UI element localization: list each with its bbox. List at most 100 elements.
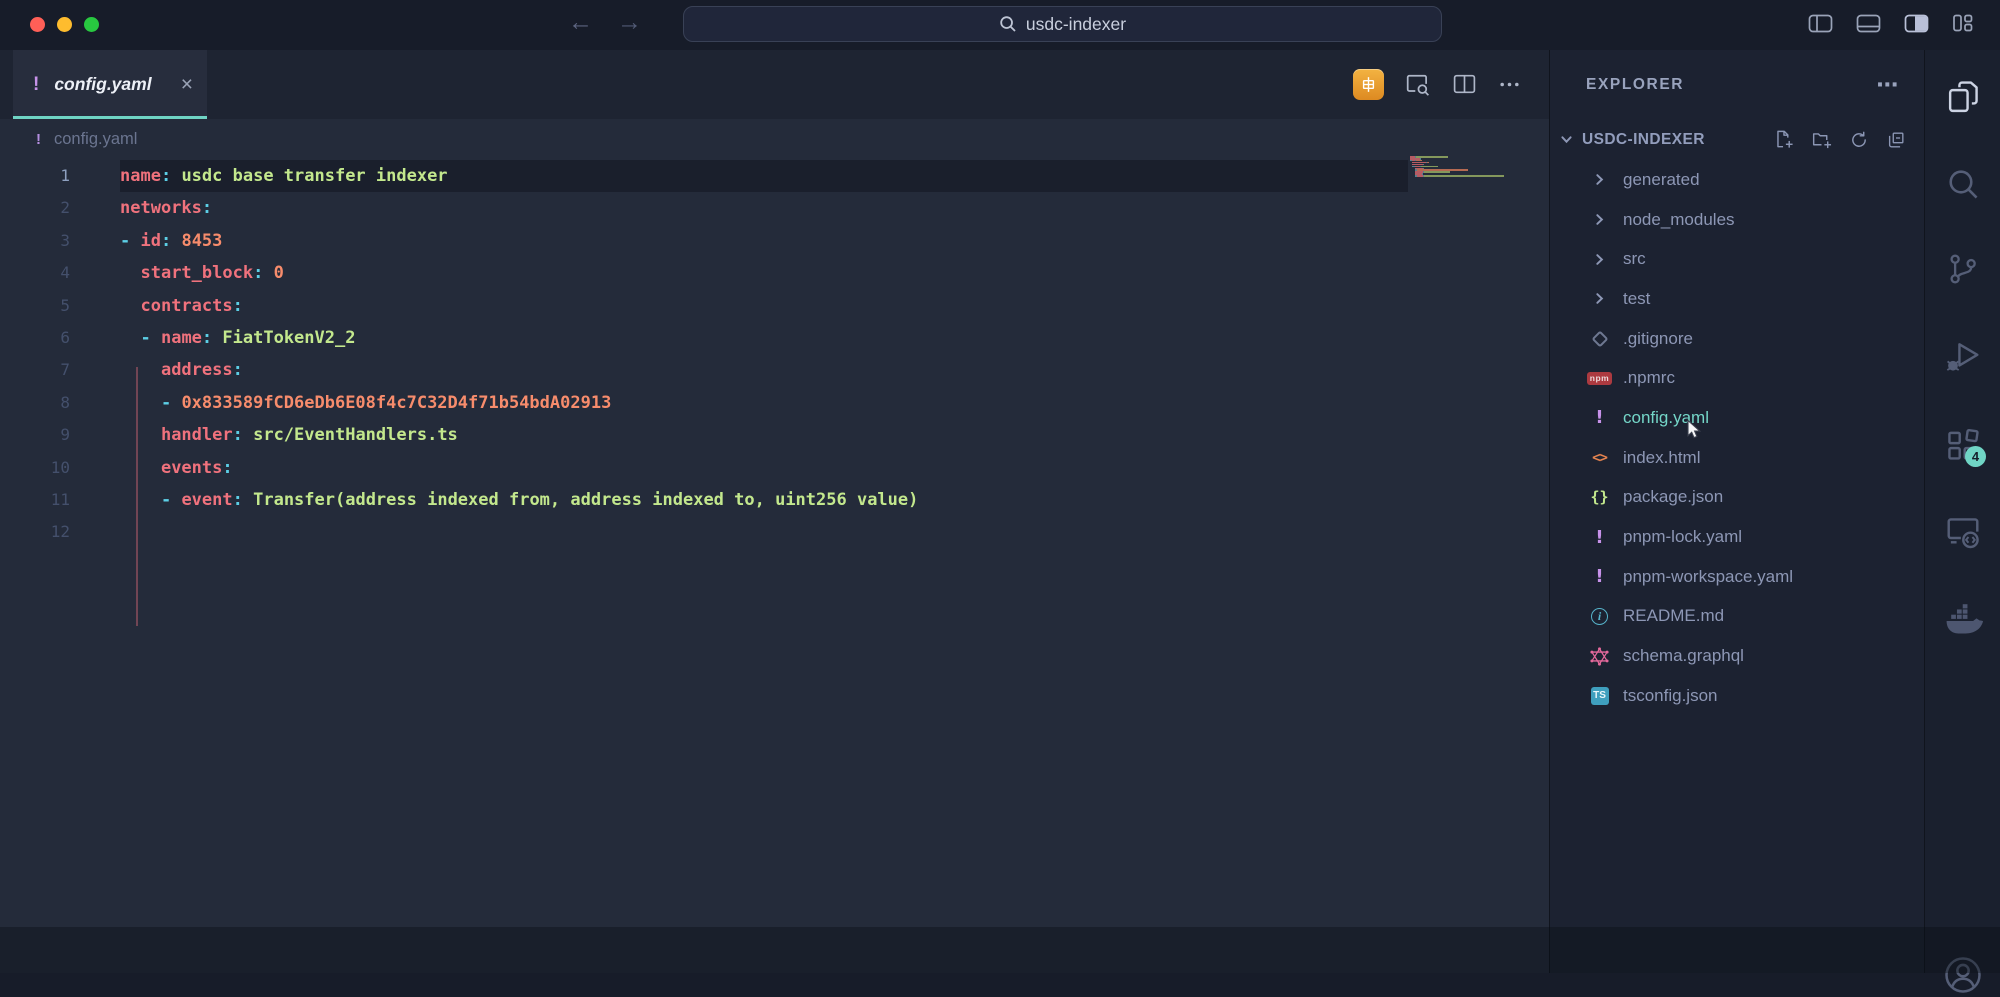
code-token: : xyxy=(161,166,171,186)
tab-config-yaml[interactable]: ! config.yaml × xyxy=(13,50,207,119)
tree-file-readme-md[interactable]: iREADME.md xyxy=(1550,597,1924,637)
code-line-text: contracts: xyxy=(120,290,1408,322)
active-tab-indicator xyxy=(13,116,207,120)
code-line-text: - 0x833589fCD6eDb6E08f4c7C32D4f71b54bdA0… xyxy=(120,387,1408,419)
code-line-text: start_block: 0 xyxy=(120,257,1408,289)
minimize-window-button[interactable] xyxy=(57,17,72,32)
code-line[interactable]: 2networks: xyxy=(0,192,1549,224)
file-icon-slot xyxy=(1586,253,1613,266)
collapse-folders-icon[interactable] xyxy=(1886,130,1906,150)
account-icon[interactable] xyxy=(1925,953,2000,997)
line-number: 7 xyxy=(0,354,70,386)
file-icon-slot xyxy=(1586,333,1613,345)
tree-item-label: node_modules xyxy=(1623,210,1735,230)
minimap[interactable] xyxy=(1410,156,1542,179)
code-line[interactable]: 5 contracts: xyxy=(0,290,1549,322)
code-line[interactable]: 6 - name: FiatTokenV2_2 xyxy=(0,322,1549,354)
activity-remote-explorer-icon[interactable] xyxy=(1925,513,2000,553)
code-token: usdc base transfer indexer xyxy=(171,166,447,186)
code-line[interactable]: 3- id: 8453 xyxy=(0,225,1549,257)
file-icon-slot: ! xyxy=(1586,566,1613,587)
indent-guide xyxy=(136,367,138,626)
tree-file-package-json[interactable]: {}package.json xyxy=(1550,478,1924,518)
more-actions-icon[interactable] xyxy=(1498,73,1521,96)
tree-item-label: .npmrc xyxy=(1623,368,1675,388)
tree-folder-src[interactable]: src xyxy=(1550,239,1924,279)
activity-search-icon[interactable] xyxy=(1925,164,2000,204)
back-arrow-icon[interactable]: ← xyxy=(568,6,593,39)
breadcrumb[interactable]: ! config.yaml xyxy=(0,119,1549,160)
toggle-primary-sidebar-icon[interactable] xyxy=(1808,14,1833,33)
code-line[interactable]: 8 - 0x833589fCD6eDb6E08f4c7C32D4f71b54bd… xyxy=(0,387,1549,419)
code-token: : xyxy=(222,458,232,478)
chevron-right-icon xyxy=(1593,292,1606,305)
line-number: 10 xyxy=(0,452,70,484)
code-token: src/EventHandlers.ts xyxy=(243,425,458,445)
code-line[interactable]: 11 - event: Transfer(address indexed fro… xyxy=(0,484,1549,516)
tree-item-label: pnpm-workspace.yaml xyxy=(1623,567,1793,587)
code-line[interactable]: 4 start_block: 0 xyxy=(0,257,1549,289)
table-extension-icon[interactable] xyxy=(1353,69,1384,100)
file-icon-slot: <> xyxy=(1586,450,1613,466)
toggle-panel-icon[interactable] xyxy=(1856,14,1881,33)
tree-file-index-html[interactable]: <>index.html xyxy=(1550,438,1924,478)
tree-folder-test[interactable]: test xyxy=(1550,279,1924,319)
code-token: : xyxy=(161,231,171,251)
tree-file-pnpm-lock-yaml[interactable]: !pnpm-lock.yaml xyxy=(1550,517,1924,557)
code-token: FiatTokenV2_2 xyxy=(212,328,355,348)
file-icon-slot xyxy=(1586,213,1613,226)
code-editor[interactable]: 1name: usdc base transfer indexer2networ… xyxy=(0,160,1549,549)
line-number: 12 xyxy=(0,516,70,548)
tree-file-schema-graphql[interactable]: schema.graphql xyxy=(1550,636,1924,676)
activity-source-control-icon[interactable] xyxy=(1925,250,2000,288)
tree-item-label: generated xyxy=(1623,170,1700,190)
close-tab-icon[interactable]: × xyxy=(181,74,193,95)
tree-item-label: src xyxy=(1623,249,1646,269)
line-number: 2 xyxy=(0,192,70,224)
zoom-window-button[interactable] xyxy=(84,17,99,32)
forward-arrow-icon[interactable]: → xyxy=(617,6,642,39)
command-search-bar[interactable]: usdc-indexer xyxy=(683,6,1442,42)
new-folder-icon[interactable] xyxy=(1811,129,1832,150)
code-token: 8453 xyxy=(171,231,222,251)
info-circle-icon: i xyxy=(1591,608,1608,625)
code-token: : xyxy=(233,490,243,510)
activity-docker-icon[interactable] xyxy=(1925,600,2000,642)
activity-run-debug-icon[interactable] xyxy=(1925,336,2000,376)
tree-file--npmrc[interactable]: npm .npmrc xyxy=(1550,358,1924,398)
activity-extensions-icon[interactable]: 4 xyxy=(1925,426,2000,466)
file-icon-slot: npm xyxy=(1586,372,1613,385)
tree-file-config-yaml[interactable]: !config.yaml xyxy=(1550,398,1924,438)
tree-file-pnpm-workspace-yaml[interactable]: ! pnpm-workspace.yaml xyxy=(1550,557,1924,597)
title-bar: ← → usdc-indexer xyxy=(0,0,2000,50)
code-token: : xyxy=(202,198,212,218)
open-preview-icon[interactable] xyxy=(1405,72,1431,98)
activity-bar: 4 xyxy=(1925,50,2000,973)
editor-pane: ! config.yaml × xyxy=(0,50,1550,973)
tree-folder-node-modules[interactable]: node_modules xyxy=(1550,200,1924,240)
customize-layout-icon[interactable] xyxy=(1952,13,1974,33)
code-token: id xyxy=(140,231,160,251)
code-token xyxy=(120,490,161,510)
code-token: 0 xyxy=(263,263,283,283)
code-line[interactable]: 12 xyxy=(0,516,1549,548)
code-line[interactable]: 9 handler: src/EventHandlers.ts xyxy=(0,419,1549,451)
project-section-header[interactable]: USDC-INDEXER xyxy=(1550,119,1924,160)
tree-file--gitignore[interactable]: .gitignore xyxy=(1550,319,1924,359)
line-number: 4 xyxy=(0,257,70,289)
tree-folder-generated[interactable]: generated xyxy=(1550,160,1924,200)
minimap-segment xyxy=(1424,175,1503,176)
code-line[interactable]: 10 events: xyxy=(0,452,1549,484)
refresh-explorer-icon[interactable] xyxy=(1849,130,1869,150)
activity-explorer-icon[interactable] xyxy=(1925,78,2000,118)
close-window-button[interactable] xyxy=(30,17,45,32)
split-editor-icon[interactable] xyxy=(1452,72,1477,97)
toggle-secondary-sidebar-icon[interactable] xyxy=(1904,14,1929,33)
yaml-warning-icon: ! xyxy=(1595,407,1603,428)
code-line-text: - id: 8453 xyxy=(120,225,1408,257)
tree-file-tsconfig-json[interactable]: TStsconfig.json xyxy=(1550,676,1924,716)
code-token xyxy=(120,328,140,348)
code-line[interactable]: 1name: usdc base transfer indexer xyxy=(0,160,1549,192)
code-line[interactable]: 7 address: xyxy=(0,354,1549,386)
new-file-icon[interactable] xyxy=(1773,129,1794,150)
